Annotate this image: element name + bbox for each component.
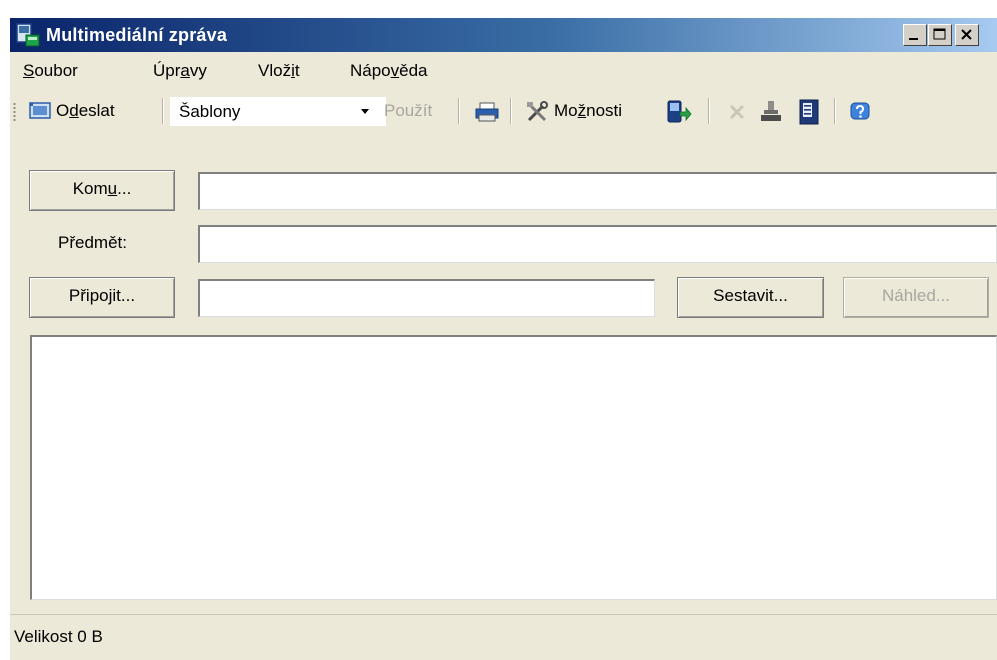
maximize-icon [933,28,946,40]
help-button[interactable] [844,96,876,126]
options-label: Možnosti [554,101,623,120]
print-button[interactable] [470,96,504,126]
toolbar-separator [834,98,836,124]
menu-help[interactable]: Nápověda [350,61,428,81]
maximize-button[interactable] [928,24,952,46]
phone-export-icon [666,100,692,129]
document-icon [799,99,819,130]
attachment-input[interactable] [198,279,655,317]
templates-value: Šablony [179,102,241,121]
close-icon [961,29,972,40]
tools-icon [526,101,550,128]
export-to-phone-button[interactable] [660,96,696,126]
templates-combobox[interactable]: Šablony [170,97,386,126]
help-icon [850,102,870,127]
options-button[interactable]: Možnosti [520,96,654,126]
stamp-button[interactable] [754,96,788,126]
attach-button[interactable]: Připojit... [29,277,175,318]
document-button[interactable] [792,96,826,126]
status-bar: Velikost 0 B [10,614,997,660]
menu-file[interactable]: Soubor [23,61,78,81]
to-button[interactable]: Komu... [29,170,175,211]
preview-button[interactable]: Náhled... [843,277,989,318]
dropdown-arrow-icon[interactable] [361,109,369,114]
menu-insert[interactable]: Vložit [258,61,300,81]
toolbar-separator [162,98,164,124]
subject-input[interactable] [198,225,997,263]
apply-template-button[interactable]: Použít [384,101,432,121]
minimize-button[interactable] [903,24,927,46]
toolbar-separator [458,98,460,124]
print-icon [475,102,499,127]
send-icon [29,102,51,125]
menu-edit[interactable]: Úpravy [153,61,207,81]
message-size: Velikost 0 B [14,627,103,646]
menu-bar: Soubor Úpravy Vložit Nápověda [10,52,997,88]
close-button[interactable] [955,24,979,46]
send-button[interactable]: Odeslat [24,96,160,126]
compose-button[interactable]: Sestavit... [677,277,824,318]
toolbar-grip[interactable] [13,102,16,122]
toolbar-separator [510,98,512,124]
stamp-icon [759,100,783,129]
window-title: Multimediální zpráva [46,25,228,45]
toolbar-separator [708,98,710,124]
message-window: Multimediální zpráva Soubor Úpravy Vloži… [10,18,997,660]
send-label: Odeslat [56,101,115,120]
toolbar: Odeslat Šablony Použít Možnosti [10,90,997,132]
message-body[interactable] [30,335,997,600]
minimize-icon [909,38,918,40]
title-bar[interactable]: Multimediální zpráva [10,18,997,52]
to-input[interactable] [198,172,997,210]
delete-icon [728,103,746,126]
delete-button[interactable] [722,96,752,126]
subject-label: Předmět: [58,233,127,252]
app-icon [16,23,40,47]
